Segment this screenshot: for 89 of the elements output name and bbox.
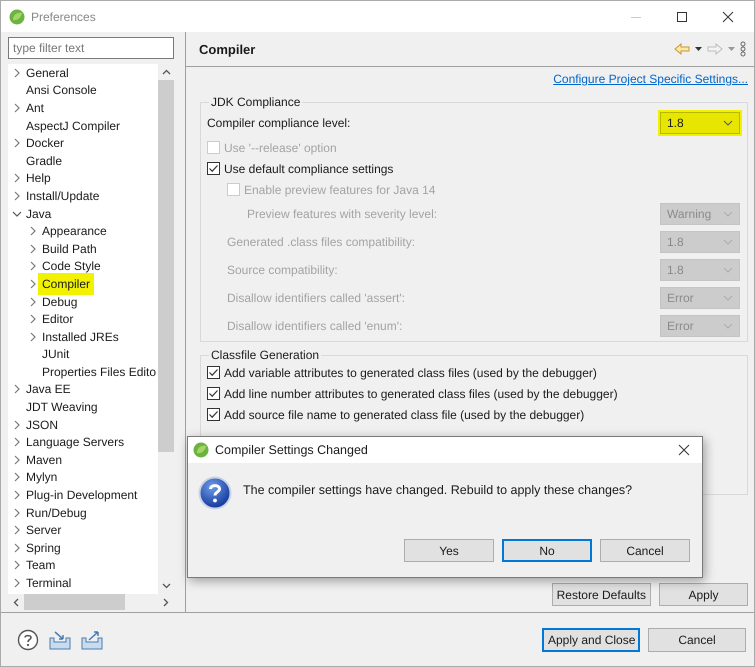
checkbox[interactable]	[207, 366, 220, 379]
tree-item[interactable]: JUnit	[41, 346, 70, 362]
tree-item[interactable]: Editor	[41, 311, 74, 328]
checkbox-label: Add line number attributes to generated class files (used by the debugger)	[224, 386, 618, 400]
scroll-up-icon[interactable]	[162, 69, 170, 75]
tree-item[interactable]: Code Style	[41, 258, 102, 274]
scroll-down-icon[interactable]	[162, 583, 170, 589]
window-title: Preferences	[31, 10, 96, 24]
dropdown: 1.8	[660, 231, 740, 253]
tree-item[interactable]: AspectJ Compiler	[25, 118, 122, 134]
checkbox[interactable]	[207, 408, 220, 421]
field-label: Compiler compliance level:	[207, 116, 350, 130]
scroll-right-icon[interactable]	[163, 598, 169, 606]
close-icon[interactable]	[722, 10, 734, 22]
tree-item[interactable]: JDT Weaving	[25, 399, 99, 416]
chevron-icon[interactable]	[723, 120, 733, 126]
dialog-button[interactable]: Cancel	[600, 539, 690, 562]
tree-item[interactable]: Plug-in Development	[25, 487, 138, 504]
checkbox-label: Use default compliance settings	[224, 162, 394, 176]
filter-field[interactable]: type filter text	[8, 37, 174, 59]
tree-item[interactable]: Java EE	[25, 381, 72, 398]
tree-item[interactable]: Team	[25, 557, 56, 574]
chevron-icon	[723, 295, 733, 301]
tree-item[interactable]: Maven	[25, 452, 64, 468]
tree-item[interactable]: Gradle	[25, 152, 64, 169]
tree-item[interactable]: Java	[25, 206, 52, 222]
more-icon[interactable]	[740, 41, 746, 57]
chevron-icon	[723, 267, 733, 273]
close-icon[interactable]	[678, 444, 690, 456]
tree-item[interactable]: Spring	[25, 540, 62, 556]
tree-item[interactable]: Docker	[25, 135, 66, 152]
leaf-logo-icon	[193, 442, 209, 458]
tree-item[interactable]: Help	[25, 170, 52, 186]
tree-item[interactable]: Server	[25, 522, 62, 538]
tree-item[interactable]: Ansi Console	[25, 82, 98, 98]
dialog-message: The compiler settings have changed. Rebuild to apply these changes?	[243, 483, 632, 497]
group-title: JDK Compliance	[210, 95, 302, 109]
checkbox[interactable]	[207, 387, 220, 400]
maximize-icon[interactable]	[676, 10, 688, 22]
field-label: Source compatibility:	[227, 263, 338, 277]
scroll-left-icon[interactable]	[13, 598, 19, 606]
field-label: Generated .class files compatibility:	[227, 235, 416, 249]
tree-item[interactable]: Build Path	[41, 240, 98, 257]
tree-item[interactable]: JSON	[25, 416, 60, 433]
field-label: Disallow identifiers called 'assert':	[227, 291, 405, 305]
field-label: Disallow identifiers called 'enum':	[227, 319, 402, 333]
tree-item[interactable]: Mylyn	[25, 469, 58, 486]
tree-item[interactable]: Debug	[41, 294, 78, 310]
group-title: Classfile Generation	[210, 348, 320, 362]
tree-item[interactable]: Properties Files Edito	[41, 364, 158, 380]
tree-item[interactable]: General	[25, 64, 70, 81]
checkbox[interactable]	[207, 162, 220, 175]
footer-button[interactable]: Apply and Close	[542, 628, 640, 652]
chevron-icon	[723, 211, 733, 217]
leaf-logo-icon	[9, 8, 25, 24]
dialog-title: Compiler Settings Changed	[215, 443, 368, 457]
configure-link[interactable]: Configure Project Specific Settings...	[553, 72, 748, 86]
dropdown[interactable]: 1.8	[660, 112, 740, 134]
tree-item[interactable]: Appearance	[41, 223, 108, 240]
back-arrow-icon[interactable]	[674, 43, 690, 55]
checkbox-label: Use '--release' option	[224, 140, 337, 154]
checkbox-label: Enable preview features for Java 14	[244, 182, 436, 196]
dropdown: Warning	[660, 203, 740, 225]
checkbox-label: Add variable attributes to generated class files (used by the debugger)	[224, 366, 597, 380]
page-title: Compiler	[199, 42, 256, 56]
tree-item[interactable]: Installed JREs	[41, 328, 120, 345]
tray-in-arrow-icon[interactable]	[49, 630, 71, 650]
question-icon	[198, 476, 232, 510]
tree-item[interactable]: Terminal	[25, 575, 72, 592]
help-icon[interactable]	[17, 628, 39, 650]
chevron-icon	[723, 239, 733, 245]
dropdown-caret-icon[interactable]	[695, 47, 702, 51]
dialog-button[interactable]: Yes	[404, 539, 494, 562]
chevron-icon	[723, 323, 733, 329]
dialog-button[interactable]: No	[502, 539, 592, 562]
checkbox-label: Add source file name to generated class file (used by the debugger)	[224, 408, 584, 422]
tree-item[interactable]: Ant	[25, 100, 46, 116]
dropdown: 1.8	[660, 259, 740, 281]
dropdown: Error	[660, 287, 740, 309]
page-button[interactable]: Restore Defaults	[552, 583, 651, 606]
tree-item[interactable]: Run/Debug	[25, 504, 88, 521]
field-label: Preview features with severity level:	[247, 207, 438, 221]
footer-button[interactable]: Cancel	[648, 628, 746, 652]
dropdown: Error	[660, 315, 740, 337]
tree-item[interactable]: Language Servers	[25, 434, 126, 450]
page-button[interactable]: Apply	[659, 583, 748, 606]
tray-out-arrow-icon[interactable]	[81, 630, 103, 650]
tree-item[interactable]: Compiler	[41, 276, 92, 292]
tree-item[interactable]: Install/Update	[25, 188, 100, 204]
